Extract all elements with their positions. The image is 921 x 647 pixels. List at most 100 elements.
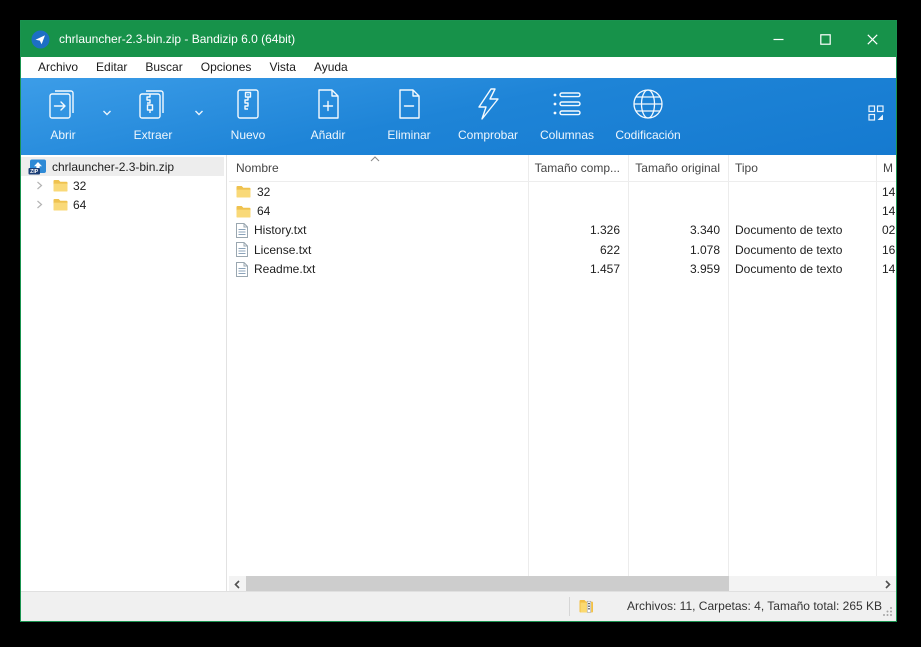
tree-item-label: 32 xyxy=(73,178,87,193)
close-button[interactable] xyxy=(849,21,896,57)
maximize-button[interactable] xyxy=(802,21,849,57)
toolbar-customize-icon[interactable] xyxy=(868,105,884,121)
statusbar: Archivos: 11, Carpetas: 4, Tamaño total:… xyxy=(21,591,896,621)
file-modified: 02 xyxy=(882,223,896,238)
file-original-size: 3.959 xyxy=(689,262,720,277)
add-files-button[interactable]: Añadir xyxy=(295,86,361,142)
file-modified: 14 xyxy=(882,184,896,199)
titlebar[interactable]: chrlauncher-2.3-bin.zip - Bandizip 6.0 (… xyxy=(21,21,896,57)
file-name: 64 xyxy=(257,204,271,219)
test-lightning-icon xyxy=(478,88,499,120)
list-header-row: Nombre Tamaño comp... Tamaño original Ti… xyxy=(229,155,896,182)
tree-item-label: 64 xyxy=(73,197,87,212)
tree-item-folder-64[interactable]: 64 xyxy=(21,195,224,214)
file-name: History.txt xyxy=(254,223,307,238)
file-type: Documento de texto xyxy=(735,262,843,277)
menu-item-archivo[interactable]: Archivo xyxy=(29,57,87,78)
columns-button[interactable]: Columnas xyxy=(532,86,602,142)
new-archive-icon xyxy=(237,89,259,119)
caption-buttons xyxy=(755,21,896,57)
column-header-tipo[interactable]: Tipo xyxy=(728,155,876,181)
extract-button-label: Extraer xyxy=(133,128,173,142)
menu-item-ayuda[interactable]: Ayuda xyxy=(305,57,357,78)
content-area: ZIP chrlauncher-2.3-bin.zip 32 64 Nombre… xyxy=(21,155,896,592)
file-type: Documento de texto xyxy=(735,223,843,238)
encoding-button-label: Codificación xyxy=(615,128,681,142)
columns-list-icon xyxy=(553,92,581,116)
folder-icon xyxy=(236,186,251,198)
scroll-left-arrow[interactable] xyxy=(229,576,245,592)
column-divider xyxy=(876,155,877,576)
svg-text:ZIP: ZIP xyxy=(30,169,39,175)
text-file-icon xyxy=(236,242,248,258)
expand-chevron-icon[interactable] xyxy=(36,200,43,209)
file-row-history[interactable]: History.txt 1.326 3.340 Documento de tex… xyxy=(229,221,896,240)
menu-item-editar[interactable]: Editar xyxy=(87,57,136,78)
menubar: Archivo Editar Buscar Opciones Vista Ayu… xyxy=(21,57,896,78)
file-row-license[interactable]: License.txt 622 1.078 Documento de texto… xyxy=(229,240,896,259)
tree-root-label: chrlauncher-2.3-bin.zip xyxy=(52,159,175,174)
open-dropdown-chevron-icon[interactable] xyxy=(101,108,113,118)
file-compressed-size: 1.326 xyxy=(589,223,620,238)
file-modified: 14 xyxy=(882,204,896,219)
file-original-size xyxy=(628,182,728,201)
new-archive-button[interactable]: Nuevo xyxy=(215,86,281,142)
maximize-icon xyxy=(820,33,831,45)
folder-icon xyxy=(53,199,68,211)
zip-archive-icon: ZIP xyxy=(28,159,46,175)
file-type: Documento de texto xyxy=(735,242,843,257)
add-files-button-label: Añadir xyxy=(310,128,346,142)
open-button-label: Abrir xyxy=(50,128,76,142)
menu-item-buscar[interactable]: Buscar xyxy=(136,57,191,78)
file-original-size: 1.078 xyxy=(689,242,720,257)
test-archive-button[interactable]: Comprobar xyxy=(453,86,523,142)
column-divider xyxy=(528,155,529,576)
file-row-readme[interactable]: Readme.txt 1.457 3.959 Documento de text… xyxy=(229,260,896,279)
resize-grip[interactable] xyxy=(882,606,893,617)
folder-icon xyxy=(236,205,251,218)
file-name: License.txt xyxy=(254,242,312,257)
file-type xyxy=(728,182,876,201)
extract-button[interactable]: Extraer xyxy=(121,86,185,142)
column-header-modificado[interactable]: M xyxy=(876,155,896,181)
horizontal-scrollbar[interactable] xyxy=(229,576,896,592)
extract-archive-icon xyxy=(139,90,164,119)
new-archive-button-label: Nuevo xyxy=(230,128,266,142)
column-header-tamano-comp[interactable]: Tamaño comp... xyxy=(528,155,628,181)
menu-item-vista[interactable]: Vista xyxy=(260,57,304,78)
statusbar-divider xyxy=(569,597,570,616)
bandizip-window: chrlauncher-2.3-bin.zip - Bandizip 6.0 (… xyxy=(20,20,897,622)
sidebar-splitter[interactable] xyxy=(226,155,227,592)
archive-folder-icon xyxy=(579,600,593,613)
text-file-icon xyxy=(236,261,248,277)
test-archive-button-label: Comprobar xyxy=(457,128,519,142)
delete-files-button[interactable]: Eliminar xyxy=(375,86,443,142)
column-divider xyxy=(628,155,629,576)
expand-chevron-icon[interactable] xyxy=(36,181,43,190)
file-compressed-size xyxy=(528,201,628,220)
file-row-32[interactable]: 32 14 xyxy=(229,182,896,201)
open-button[interactable]: Abrir xyxy=(31,86,95,142)
tree-item-archive-root[interactable]: ZIP chrlauncher-2.3-bin.zip xyxy=(21,157,224,176)
column-divider xyxy=(728,155,729,576)
folder-icon xyxy=(53,180,68,192)
text-file-icon xyxy=(236,222,248,238)
file-row-64[interactable]: 64 14 xyxy=(229,201,896,220)
file-modified: 14 xyxy=(882,262,896,277)
columns-button-label: Columnas xyxy=(539,128,595,142)
archive-tree: ZIP chrlauncher-2.3-bin.zip 32 64 xyxy=(21,155,224,592)
tree-item-folder-32[interactable]: 32 xyxy=(21,176,224,195)
encoding-button[interactable]: Codificación xyxy=(609,86,687,142)
sort-ascending-icon xyxy=(370,156,380,162)
toolbar: Abrir Extraer Nuevo Añadir Eliminar Comp… xyxy=(21,78,896,155)
menu-item-opciones[interactable]: Opciones xyxy=(192,57,261,78)
encoding-globe-icon xyxy=(633,89,663,119)
scrollbar-thumb[interactable] xyxy=(246,576,729,592)
close-icon xyxy=(867,33,878,45)
minimize-button[interactable] xyxy=(755,21,802,57)
scroll-right-arrow[interactable] xyxy=(880,576,896,592)
column-header-tamano-original[interactable]: Tamaño original xyxy=(628,155,728,181)
extract-dropdown-chevron-icon[interactable] xyxy=(193,108,205,118)
archive-summary: Archivos: 11, Carpetas: 4, Tamaño total:… xyxy=(627,599,883,613)
file-original-size xyxy=(628,201,728,220)
